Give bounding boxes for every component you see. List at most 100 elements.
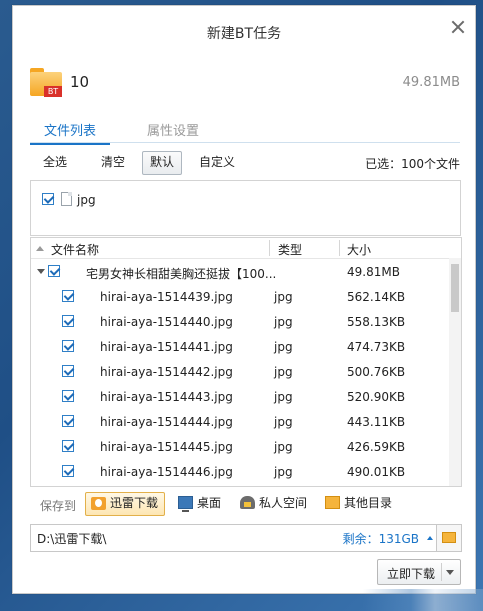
save-option-thunder[interactable]: 迅雷下载 — [85, 492, 166, 516]
tab-bar: 文件列表 属性设置 — [30, 120, 460, 145]
folder-checkbox[interactable] — [48, 265, 60, 277]
file-checkbox[interactable] — [62, 365, 74, 377]
file-checkbox[interactable] — [62, 390, 74, 402]
tree-header: 文件名称 类型 大小 — [31, 238, 461, 259]
download-now-button[interactable]: 立即下载 — [377, 559, 461, 585]
file-type: jpg — [274, 415, 293, 429]
save-option-label: 迅雷下载 — [110, 496, 159, 510]
new-bt-task-dialog: 新建BT任务 BT 10 49.81MB 文件列表 属性设置 全选 清空 默认 … — [12, 5, 476, 594]
file-checkbox[interactable] — [62, 415, 74, 427]
dialog-title: 新建BT任务 — [206, 26, 282, 42]
download-now-label: 立即下载 — [387, 567, 436, 581]
save-location-bar: 保存到 迅雷下载 桌面 私人空间 其他目录 — [30, 490, 460, 518]
save-option-desktop[interactable]: 桌面 — [173, 492, 227, 514]
table-row[interactable]: hirai-aya-1514445.jpg jpg 426.59KB — [31, 434, 449, 459]
vertical-scrollbar[interactable] — [449, 258, 461, 486]
sort-icon[interactable] — [36, 246, 44, 251]
thunder-folder-icon — [91, 497, 106, 510]
file-name: hirai-aya-1514441.jpg — [100, 340, 233, 354]
file-name: hirai-aya-1514443.jpg — [100, 390, 233, 404]
clear-button[interactable]: 清空 — [94, 151, 132, 173]
close-icon[interactable] — [451, 20, 465, 34]
bt-badge: BT — [44, 86, 62, 97]
save-option-label: 桌面 — [197, 496, 222, 510]
file-size: 520.90KB — [347, 390, 406, 404]
filter-checkbox[interactable] — [42, 193, 54, 205]
path-dropdown-icon[interactable] — [427, 536, 433, 540]
table-row[interactable]: hirai-aya-1514446.jpg jpg 490.01KB — [31, 459, 449, 484]
save-option-label: 私人空间 — [259, 496, 308, 510]
filter-label: jpg — [77, 193, 96, 207]
save-path-field[interactable]: D:\迅雷下载\ 剩余：131GB — [30, 524, 462, 552]
selection-toolbar: 全选 清空 默认 自定义 已选：100个文件 — [30, 150, 460, 176]
custom-button[interactable]: 自定义 — [192, 151, 242, 173]
table-row[interactable]: hirai-aya-1514443.jpg jpg 520.90KB — [31, 384, 449, 409]
table-row[interactable]: hirai-aya-1514442.jpg jpg 500.76KB — [31, 359, 449, 384]
browse-folder-button[interactable] — [436, 525, 461, 551]
table-row[interactable]: hirai-aya-1514444.jpg jpg 443.11KB — [31, 409, 449, 434]
table-row[interactable]: hirai-aya-1514440.jpg jpg 558.13KB — [31, 309, 449, 334]
title-bar: 新建BT任务 — [13, 6, 475, 52]
table-row[interactable]: hirai-aya-1514441.jpg jpg 474.73KB — [31, 334, 449, 359]
save-option-other-folder[interactable]: 其他目录 — [320, 492, 398, 514]
file-name: hirai-aya-1514439.jpg — [100, 290, 233, 304]
table-row[interactable]: hirai-aya-1514439.jpg jpg 562.14KB — [31, 284, 449, 309]
file-icon — [61, 192, 72, 206]
file-size: 500.76KB — [347, 365, 406, 379]
select-all-button[interactable]: 全选 — [36, 151, 74, 173]
bt-folder-icon: BT — [30, 68, 62, 98]
file-checkbox[interactable] — [62, 440, 74, 452]
file-checkbox[interactable] — [62, 315, 74, 327]
file-size: 562.14KB — [347, 290, 406, 304]
file-checkbox[interactable] — [62, 290, 74, 302]
folder-icon — [442, 532, 456, 543]
save-path-value[interactable]: D:\迅雷下载\ — [37, 530, 106, 547]
column-header-name[interactable]: 文件名称 — [51, 241, 99, 258]
file-size: 474.73KB — [347, 340, 406, 354]
save-to-label: 保存到 — [40, 499, 77, 513]
file-name: hirai-aya-1514446.jpg — [100, 465, 233, 479]
task-header: BT 10 49.81MB — [30, 66, 460, 100]
selection-count: 已选：100个文件 — [365, 157, 460, 171]
private-space-icon — [240, 496, 255, 509]
file-name: hirai-aya-1514445.jpg — [100, 440, 233, 454]
column-header-size[interactable]: 大小 — [347, 241, 371, 258]
save-option-private-space[interactable]: 私人空间 — [235, 492, 313, 514]
tab-file-list[interactable]: 文件列表 — [30, 120, 111, 145]
folder-name: 宅男女神长相甜美胸还挺拔【100... — [86, 267, 277, 281]
file-checkbox[interactable] — [62, 465, 74, 477]
file-type: jpg — [274, 440, 293, 454]
file-name: hirai-aya-1514440.jpg — [100, 315, 233, 329]
desktop-icon — [178, 496, 193, 512]
task-name: 10 — [70, 73, 90, 91]
file-type: jpg — [274, 465, 293, 479]
scrollbar-thumb[interactable] — [451, 264, 459, 312]
collapse-arrow-icon[interactable] — [37, 269, 45, 274]
file-checkbox[interactable] — [62, 340, 74, 352]
folder-size: 49.81MB — [347, 265, 400, 279]
task-size: 49.81MB — [402, 75, 460, 90]
file-type: jpg — [274, 290, 293, 304]
save-option-label: 其他目录 — [344, 496, 393, 510]
file-type: jpg — [274, 340, 293, 354]
default-button[interactable]: 默认 — [142, 151, 183, 175]
free-space: 剩余：131GB — [342, 532, 419, 546]
file-size: 558.13KB — [347, 315, 406, 329]
filter-item-jpg[interactable]: jpg — [42, 192, 96, 209]
chevron-down-icon[interactable] — [446, 570, 454, 575]
desktop-background-graphic — [363, 589, 483, 611]
column-header-type[interactable]: 类型 — [278, 241, 302, 258]
file-type: jpg — [274, 390, 293, 404]
file-type: jpg — [274, 365, 293, 379]
tab-properties[interactable]: 属性设置 — [133, 120, 213, 143]
file-type-filter: jpg — [30, 180, 461, 236]
file-tree: 文件名称 类型 大小 宅男女神长相甜美胸还挺拔【100... 49.81MB h… — [30, 237, 462, 487]
file-size: 443.11KB — [347, 415, 406, 429]
file-name: hirai-aya-1514444.jpg — [100, 415, 233, 429]
file-type: jpg — [274, 315, 293, 329]
folder-row[interactable]: 宅男女神长相甜美胸还挺拔【100... 49.81MB — [31, 259, 449, 284]
file-size: 426.59KB — [347, 440, 406, 454]
file-size: 490.01KB — [347, 465, 406, 479]
file-name: hirai-aya-1514442.jpg — [100, 365, 233, 379]
folder-icon — [325, 496, 340, 509]
